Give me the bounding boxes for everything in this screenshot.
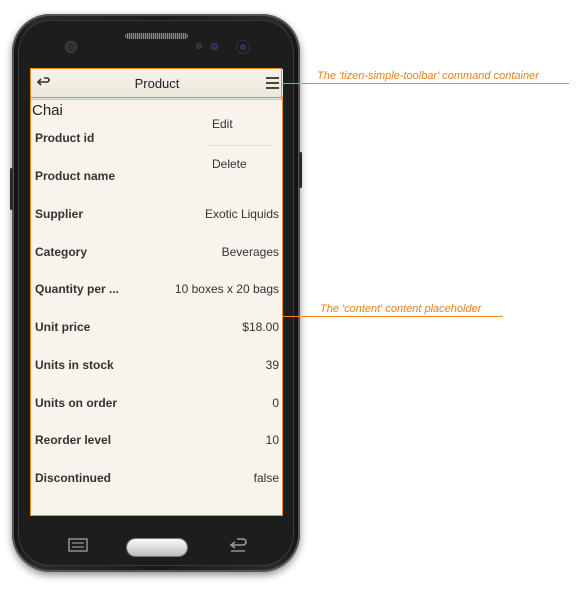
content-annotation: The 'content' content placeholder bbox=[320, 303, 482, 315]
toolbar-annotation: The 'tizen-simple-toolbar' command conta… bbox=[317, 70, 539, 82]
front-camera bbox=[236, 40, 250, 54]
toolbar-leader-line bbox=[282, 83, 569, 84]
volume-button bbox=[10, 168, 13, 210]
power-button bbox=[299, 152, 302, 188]
front-led bbox=[211, 43, 218, 50]
menu-lines-icon[interactable] bbox=[68, 538, 88, 552]
earpiece-speaker bbox=[125, 33, 188, 39]
home-button[interactable] bbox=[127, 539, 187, 556]
content-highlight bbox=[30, 97, 283, 516]
proximity-sensor bbox=[65, 41, 77, 53]
content-leader-line bbox=[283, 316, 503, 317]
light-sensor bbox=[196, 43, 202, 49]
toolbar-highlight bbox=[30, 68, 282, 98]
return-arrow-icon[interactable] bbox=[227, 537, 249, 553]
